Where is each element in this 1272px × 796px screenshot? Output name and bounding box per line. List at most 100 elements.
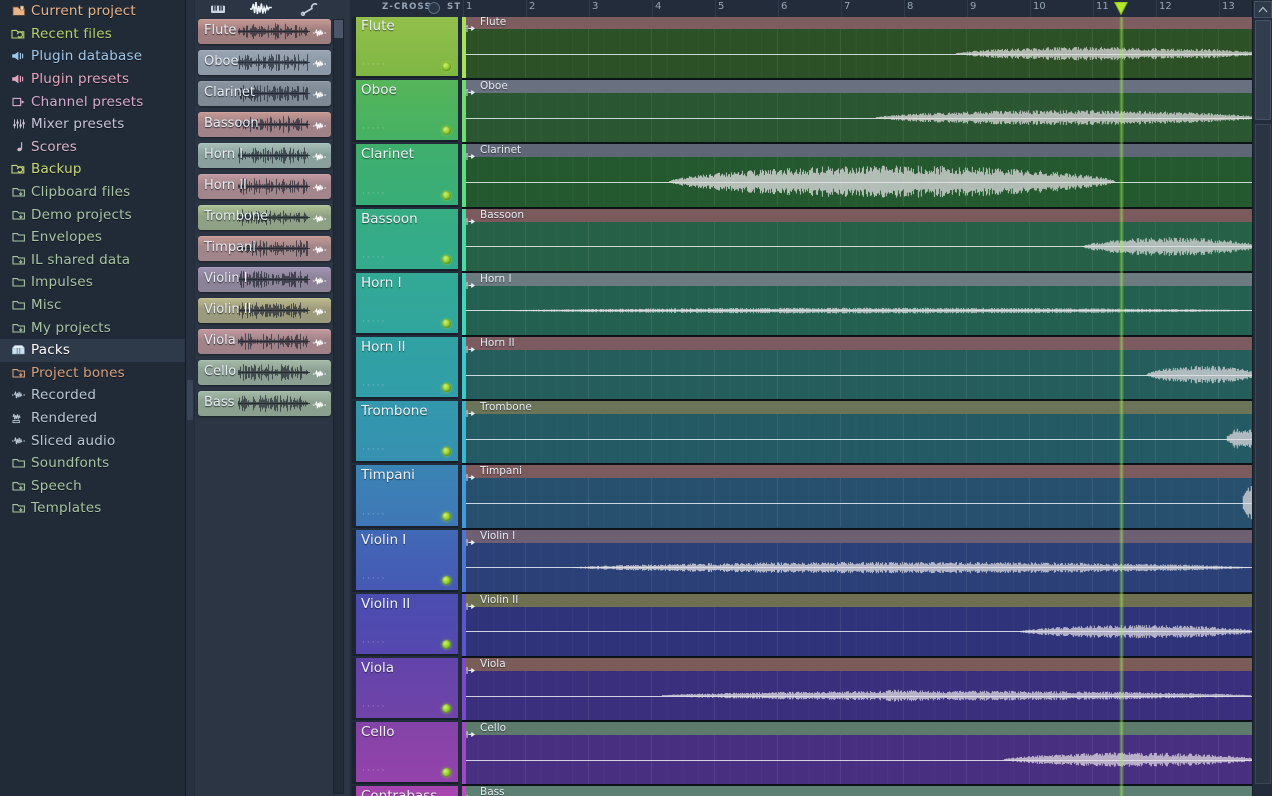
channel-button[interactable]: Cello: [198, 360, 331, 385]
track-header-cello[interactable]: Cello ·····: [352, 722, 458, 785]
channel-row[interactable]: Bassoon: [198, 112, 331, 143]
playlist-knob-z-cross[interactable]: [428, 2, 440, 14]
track-enable-led[interactable]: [442, 575, 451, 585]
track-header-oboe[interactable]: Oboe ·····: [352, 80, 458, 143]
channel-button[interactable]: Violin II: [198, 298, 331, 323]
clip-waveform-body[interactable]: [462, 350, 1258, 400]
clip-header[interactable]: Bassoon: [462, 208, 1258, 225]
clip-waveform-body[interactable]: [462, 414, 1258, 464]
track-enable-led[interactable]: [442, 447, 451, 457]
track-grip[interactable]: ·····: [362, 445, 386, 455]
clip-waveform-body[interactable]: [462, 542, 1258, 592]
track-enable-led[interactable]: [442, 190, 451, 200]
channel-button[interactable]: Horn I: [198, 143, 331, 168]
sidebar-item-recent-files[interactable]: Recent files: [0, 23, 185, 46]
clip-header[interactable]: Violin I: [462, 529, 1258, 546]
channel-row[interactable]: Oboe: [198, 50, 331, 81]
track-grip[interactable]: ·····: [362, 189, 386, 199]
channel-button[interactable]: Horn II: [198, 174, 331, 199]
clip-waveform-body[interactable]: [462, 478, 1258, 528]
sidebar-item-demo-projects[interactable]: Demo projects: [0, 203, 185, 226]
audio-clip-bassoon[interactable]: Bassoon: [462, 208, 1258, 273]
track-enable-led[interactable]: [442, 254, 451, 264]
clip-header[interactable]: Bass: [462, 786, 1258, 796]
channel-wave-icon[interactable]: [312, 55, 327, 74]
channel-wave-icon[interactable]: [312, 117, 327, 136]
channel-wave-icon[interactable]: [312, 24, 327, 43]
track-grip[interactable]: ·····: [362, 702, 386, 712]
audio-clip-trombone[interactable]: Trombone: [462, 401, 1258, 466]
rack-tool-keyboard-icon[interactable]: [195, 0, 241, 17]
channel-rack-scrollbar[interactable]: [333, 19, 344, 794]
channel-row[interactable]: Cello: [198, 360, 331, 391]
channel-row[interactable]: Violin II: [198, 298, 331, 329]
sidebar-item-speech[interactable]: Speech: [0, 474, 185, 497]
channel-button[interactable]: Viola: [198, 329, 331, 354]
clip-header[interactable]: Violin II: [462, 593, 1258, 610]
channel-wave-icon[interactable]: [312, 272, 327, 291]
clip-header[interactable]: Clarinet: [462, 144, 1258, 161]
sidebar-item-recorded[interactable]: Recorded: [0, 384, 185, 407]
channel-wave-icon[interactable]: [312, 148, 327, 167]
audio-clip-cello[interactable]: Cello: [462, 722, 1258, 787]
audio-clip-oboe[interactable]: Oboe: [462, 80, 1258, 145]
track-header-viola[interactable]: Viola ·····: [352, 658, 458, 721]
channel-button[interactable]: Trombone: [198, 205, 331, 230]
track-grip[interactable]: ·····: [362, 381, 386, 391]
track-enable-led[interactable]: [442, 639, 451, 649]
track-header-violin-i[interactable]: Violin I ·····: [352, 529, 458, 592]
audio-clip-horn-i[interactable]: Horn I: [462, 272, 1258, 337]
clip-header[interactable]: Timpani: [462, 465, 1258, 482]
channel-row[interactable]: Viola: [198, 329, 331, 360]
channel-button[interactable]: Timpani: [198, 236, 331, 261]
track-header-violin-ii[interactable]: Violin II ·····: [352, 593, 458, 656]
sidebar-item-sliced-audio[interactable]: Sliced audio: [0, 429, 185, 452]
clip-header[interactable]: Viola: [462, 658, 1258, 674]
sidebar-item-templates[interactable]: Templates: [0, 497, 185, 520]
channel-row[interactable]: Horn I: [198, 143, 331, 174]
clip-header[interactable]: Horn I: [462, 272, 1258, 289]
clip-waveform-body[interactable]: [462, 29, 1258, 79]
channel-button[interactable]: Bass: [198, 391, 331, 416]
track-grip[interactable]: ·····: [362, 510, 386, 520]
clip-waveform-body[interactable]: [462, 735, 1258, 785]
sidebar-item-rendered[interactable]: Rendered: [0, 407, 185, 430]
channel-button[interactable]: Violin I: [198, 267, 331, 292]
sidebar-item-soundfonts[interactable]: Soundfonts: [0, 452, 185, 475]
track-enable-led[interactable]: [442, 62, 451, 72]
clip-waveform-body[interactable]: [462, 606, 1258, 656]
audio-clip-violin-ii[interactable]: Violin II: [462, 593, 1258, 658]
track-header-bassoon[interactable]: Bassoon ·····: [352, 208, 458, 271]
sidebar-item-plugin-database[interactable]: Plugin database: [0, 45, 185, 68]
channel-wave-icon[interactable]: [312, 303, 327, 322]
sidebar-item-packs[interactable]: Packs: [0, 338, 185, 362]
clip-waveform-body[interactable]: [462, 221, 1258, 271]
sidebar-item-misc[interactable]: Misc: [0, 294, 185, 317]
track-header-timpani[interactable]: Timpani ·····: [352, 465, 458, 528]
channel-wave-icon[interactable]: [312, 241, 327, 260]
track-enable-led[interactable]: [442, 318, 451, 328]
channel-wave-icon[interactable]: [312, 179, 327, 198]
sidebar-item-my-projects[interactable]: My projects: [0, 316, 185, 339]
playlist-vertical-scrollbar[interactable]: [1252, 0, 1272, 796]
audio-clip-viola[interactable]: Viola: [462, 658, 1258, 723]
track-grip[interactable]: ·····: [362, 317, 386, 327]
track-grip[interactable]: ·····: [362, 124, 386, 134]
rack-tool-waveform-icon[interactable]: [241, 0, 287, 17]
channel-row[interactable]: Trombone: [198, 205, 331, 236]
browser-scrollbar[interactable]: [186, 0, 194, 796]
track-grip[interactable]: ·····: [362, 638, 386, 648]
channel-row[interactable]: Horn II: [198, 174, 331, 205]
sidebar-item-current-project[interactable]: Current project: [0, 0, 185, 23]
clip-waveform-body[interactable]: [462, 671, 1258, 721]
scroll-up-button[interactable]: [1254, 1, 1272, 18]
channel-row[interactable]: Violin I: [198, 267, 331, 298]
sidebar-item-il-shared-data[interactable]: IL shared data: [0, 249, 185, 272]
sidebar-item-project-bones[interactable]: Project bones: [0, 362, 185, 385]
playhead-marker[interactable]: [1114, 0, 1129, 16]
channel-wave-icon[interactable]: [312, 210, 327, 229]
channel-wave-icon[interactable]: [312, 86, 327, 105]
channel-row[interactable]: Clarinet: [198, 81, 331, 112]
audio-clip-bass[interactable]: Bass: [462, 786, 1258, 796]
scrollbar-thumb[interactable]: [1255, 20, 1271, 120]
